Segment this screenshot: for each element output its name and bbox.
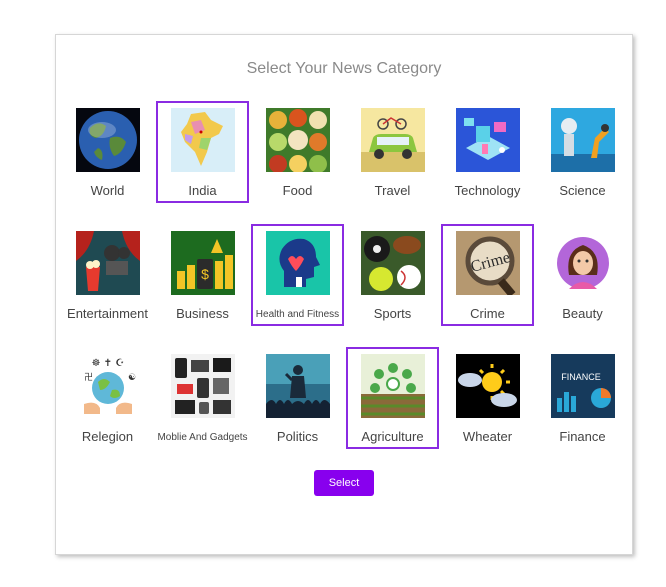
food-icon	[265, 108, 330, 172]
category-tile-world[interactable]: World	[61, 101, 154, 203]
category-label: Wheater	[462, 429, 513, 444]
category-tile-travel[interactable]: Travel	[346, 101, 439, 203]
svg-text:卍: 卍	[84, 372, 93, 383]
popcorn-film-icon	[75, 231, 140, 295]
category-tile-business[interactable]: $ Business	[156, 224, 249, 326]
category-tile-moblie-and-gadgets[interactable]: Moblie And Gadgets	[156, 347, 249, 449]
category-label: Business	[176, 306, 229, 321]
category-tile-agriculture[interactable]: Agriculture	[346, 347, 439, 449]
technology-icon	[455, 108, 520, 172]
globe-icon	[75, 108, 140, 172]
agriculture-icon	[360, 354, 425, 418]
travel-car-icon	[360, 108, 425, 172]
category-label: Agriculture	[361, 429, 424, 444]
category-tile-food[interactable]: Food	[251, 101, 344, 203]
religion-globe-icon: ☸ ✝ ☪ 卍 ☯	[75, 354, 140, 418]
category-tile-health-and-fitness[interactable]: Health and Fitness	[251, 224, 344, 326]
svg-text:FINANCE: FINANCE	[561, 372, 601, 382]
category-tile-science[interactable]: Science	[536, 101, 629, 203]
category-label: Politics	[276, 429, 319, 444]
svg-text:☸ ✝ ☪: ☸ ✝ ☪	[91, 358, 124, 369]
category-tile-sports[interactable]: Sports	[346, 224, 439, 326]
category-label: Beauty	[562, 306, 603, 321]
beauty-woman-icon	[550, 231, 615, 295]
crime-magnifier-icon: Crime	[455, 231, 520, 295]
health-head-icon	[265, 231, 330, 295]
category-label: Technology	[454, 183, 521, 198]
business-growth-icon: $	[170, 231, 235, 295]
category-tile-entertainment[interactable]: Entertainment	[61, 224, 154, 326]
category-label: Science	[559, 183, 606, 198]
finance-chart-icon: FINANCE	[550, 354, 615, 418]
category-tile-politics[interactable]: Politics	[251, 347, 344, 449]
category-label: Crime	[470, 306, 505, 321]
weather-sun-cloud-icon	[455, 354, 520, 418]
category-label: Health and Fitness	[255, 309, 340, 320]
category-label: Food	[282, 183, 313, 198]
category-label: Entertainment	[67, 306, 148, 321]
category-label: Travel	[374, 183, 411, 198]
category-label: Sports	[373, 306, 412, 321]
gadgets-icon	[170, 354, 235, 418]
category-panel: Select Your News Category World India Fo…	[55, 34, 633, 555]
category-label: World	[90, 183, 125, 198]
category-label: India	[188, 183, 217, 198]
select-button[interactable]: Select	[314, 470, 374, 496]
category-tile-india[interactable]: India	[156, 101, 249, 203]
category-label: Moblie And Gadgets	[157, 432, 248, 443]
category-tile-crime[interactable]: Crime Crime	[441, 224, 534, 326]
category-tile-finance[interactable]: FINANCE Finance	[536, 347, 629, 449]
category-tile-relegion[interactable]: ☸ ✝ ☪ 卍 ☯ Relegion	[61, 347, 154, 449]
category-label: Finance	[559, 429, 606, 444]
sports-balls-icon	[360, 231, 425, 295]
category-tile-wheater[interactable]: Wheater	[441, 347, 534, 449]
robot-arm-icon	[550, 108, 615, 172]
category-tile-beauty[interactable]: Beauty	[536, 224, 629, 326]
india-map-icon	[170, 108, 235, 172]
category-label: Relegion	[81, 429, 134, 444]
category-tile-technology[interactable]: Technology	[441, 101, 534, 203]
politics-speaker-icon	[265, 354, 330, 418]
svg-text:☯: ☯	[128, 373, 136, 383]
svg-text:$: $	[201, 266, 209, 282]
